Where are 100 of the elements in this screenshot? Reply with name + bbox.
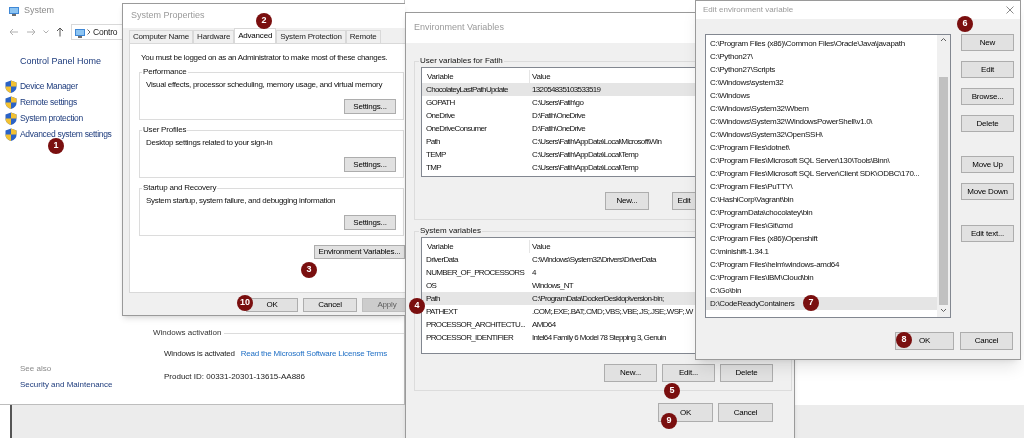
variable-name: Path [426, 293, 440, 303]
variable-value: C:\Windows\System32\Drivers\DriverData [532, 253, 656, 266]
list-row[interactable]: C:\minishift-1.34.1 [706, 245, 937, 258]
tab[interactable]: Advanced [234, 28, 277, 43]
list-row[interactable]: C:\Windows\System32\WindowsPowerShell\v1.0\ [706, 115, 937, 128]
license-link[interactable]: Read the Microsoft Software License Terms [240, 348, 388, 360]
path-text: C:\Program Files\PuTTY\ [710, 180, 793, 193]
variable-name: TEMP [426, 149, 446, 159]
tab[interactable]: Hardware [193, 30, 235, 43]
group-title: System variables [419, 225, 482, 237]
variable-value: C:\Users\Fatih\AppData\Local\Microsoft\Win [532, 135, 662, 148]
list-row[interactable]: C:\Program Files\dotnet\ [706, 141, 937, 154]
list-row[interactable]: C:\HashiCorp\Vagrant\bin [706, 193, 937, 206]
close-icon[interactable] [1006, 6, 1014, 14]
section-heading: See also [20, 363, 53, 375]
path-text: C:\Program Files\helm\windows-amd64 [710, 258, 840, 271]
shield-icon [5, 111, 17, 125]
path-text: C:\minishift-1.34.1 [710, 245, 769, 258]
group-title: User Profiles [142, 124, 188, 136]
list-row[interactable]: C:\Program Files (x86)\Common Files\Oracle\Java\javapath [706, 37, 937, 50]
side-button[interactable]: Move Down [961, 183, 1014, 200]
back-arrow-icon[interactable] [9, 28, 19, 36]
dialog-button[interactable]: Cancel [718, 403, 773, 422]
variable-value: Intel64 Family 6 Model 78 Stepping 3, Genuin [532, 331, 666, 344]
forward-arrow-icon[interactable] [26, 28, 36, 36]
task-link[interactable]: Advanced system settings [20, 127, 112, 141]
variable-value: .COM;.EXE;.BAT;.CMD;.VBS;.VBE;.JS;.JSE;.WSF;.W [532, 305, 693, 318]
chevron-right-icon [87, 29, 91, 35]
column-header[interactable]: Value [530, 70, 551, 83]
dialog-button[interactable]: Cancel [303, 298, 357, 312]
path-text: C:\Program Files\Git\cmd [710, 219, 793, 232]
up-arrow-icon[interactable] [56, 27, 64, 37]
variable-button[interactable]: Edit... [662, 364, 715, 382]
variable-value: C:\Users\Fatih\go [532, 96, 584, 109]
task-link[interactable]: Remote settings [20, 95, 77, 109]
path-text: C:\Program Files (x86)\Common Files\Oracle\Java\javapath [710, 37, 905, 50]
window-title: Edit environment variable [703, 4, 794, 16]
list-row[interactable]: C:\Program Files (x86)\Openshift [706, 232, 937, 245]
edit-button[interactable]: Edit [672, 192, 695, 210]
side-button[interactable]: Edit text... [961, 225, 1014, 242]
variable-value: D:\Fatih\OneDrive [532, 109, 585, 122]
description-text: Desktop settings related to your sign-in [146, 137, 274, 149]
variable-name: OneDriveConsumer [426, 123, 487, 133]
tab[interactable]: Computer Name [129, 30, 194, 43]
list-row[interactable]: C:\ProgramData\chocolatey\bin [706, 206, 937, 219]
side-button[interactable]: Edit [961, 61, 1014, 78]
description-text: System startup, system failure, and debugging information [146, 195, 337, 207]
computer-icon [8, 5, 20, 17]
list-row[interactable]: C:\Program Files\PuTTY\ [706, 180, 937, 193]
settings-button[interactable]: Settings... [344, 215, 396, 230]
notice-text: You must be logged on as an Administrator to make most of these changes. [141, 52, 389, 64]
settings-button[interactable]: Settings... [344, 99, 396, 114]
side-button[interactable]: Browse... [961, 88, 1014, 105]
product-id-text: Product ID: 00331-20301-13615-AA886 [164, 371, 306, 383]
window-title: System Properties [131, 9, 205, 23]
variable-value: C:\Users\Fatih\AppData\Local\Temp [532, 161, 639, 174]
tab[interactable]: System Protection [276, 30, 346, 43]
path-text: C:\ProgramData\chocolatey\bin [710, 206, 813, 219]
new-button[interactable]: New... [605, 192, 649, 210]
variable-value: C:\Users\Fatih\AppData\Local\Temp [532, 148, 639, 161]
variable-value: D:\Fatih\OneDrive [532, 122, 585, 135]
settings-button[interactable]: Settings... [344, 157, 396, 172]
group-title: Startup and Recovery [142, 182, 218, 194]
list-row[interactable]: C:\Program Files\IBM\Cloud\bin [706, 271, 937, 284]
path-text: C:\HashiCorp\Vagrant\bin [710, 193, 794, 206]
column-header[interactable]: Value [530, 240, 551, 253]
variable-name: DriverData [426, 254, 458, 264]
side-button[interactable]: Delete [961, 115, 1014, 132]
side-button[interactable]: New [961, 34, 1014, 51]
list-row[interactable]: C:\Program Files\Git\cmd [706, 219, 937, 232]
group-title: User variables for Fatih [419, 55, 504, 67]
list-row[interactable]: C:\Program Files\Microsoft SQL Server\130\Tools\Binn\ [706, 154, 937, 167]
shield-icon [5, 95, 17, 109]
column-header[interactable]: Variable [422, 240, 530, 253]
list-row[interactable]: C:\Windows\System32\OpenSSH\ [706, 128, 937, 141]
environment-variables-button[interactable]: Environment Variables... [314, 245, 405, 259]
variable-name: PATHEXT [426, 306, 458, 316]
side-button[interactable]: Move Up [961, 156, 1014, 173]
scrollbar-thumb[interactable] [939, 77, 948, 305]
shield-icon [5, 79, 17, 93]
section-heading: Windows activation [153, 327, 222, 339]
variable-value: Windows_NT [532, 279, 574, 292]
dialog-button[interactable]: Cancel [960, 332, 1013, 350]
tab[interactable]: Remote [345, 30, 381, 43]
path-text: C:\Program Files\Microsoft SQL Server\130\Tools\Binn\ [710, 154, 890, 167]
list-row[interactable]: C:\Windows\System32\Wbem [706, 102, 937, 115]
address-text: Contro [93, 25, 118, 39]
task-link[interactable]: System protection [20, 111, 83, 125]
variable-name: OS [426, 280, 437, 290]
variable-button[interactable]: New... [604, 364, 657, 382]
variable-name: Path [426, 136, 440, 146]
task-link[interactable]: Device Manager [20, 79, 78, 93]
list-row[interactable]: C:\Python27\Scripts [706, 63, 937, 76]
list-row[interactable]: C:\Python27\ [706, 50, 937, 63]
list-row[interactable]: C:\Program Files\helm\windows-amd64 [706, 258, 937, 271]
see-also-link[interactable]: Security and Maintenance [20, 378, 150, 392]
variable-name: OneDrive [426, 110, 455, 120]
path-text: C:\Python27\Scripts [710, 63, 775, 76]
variable-button[interactable]: Delete [720, 364, 773, 382]
variable-name: PROCESSOR_IDENTIFIER [426, 332, 514, 342]
